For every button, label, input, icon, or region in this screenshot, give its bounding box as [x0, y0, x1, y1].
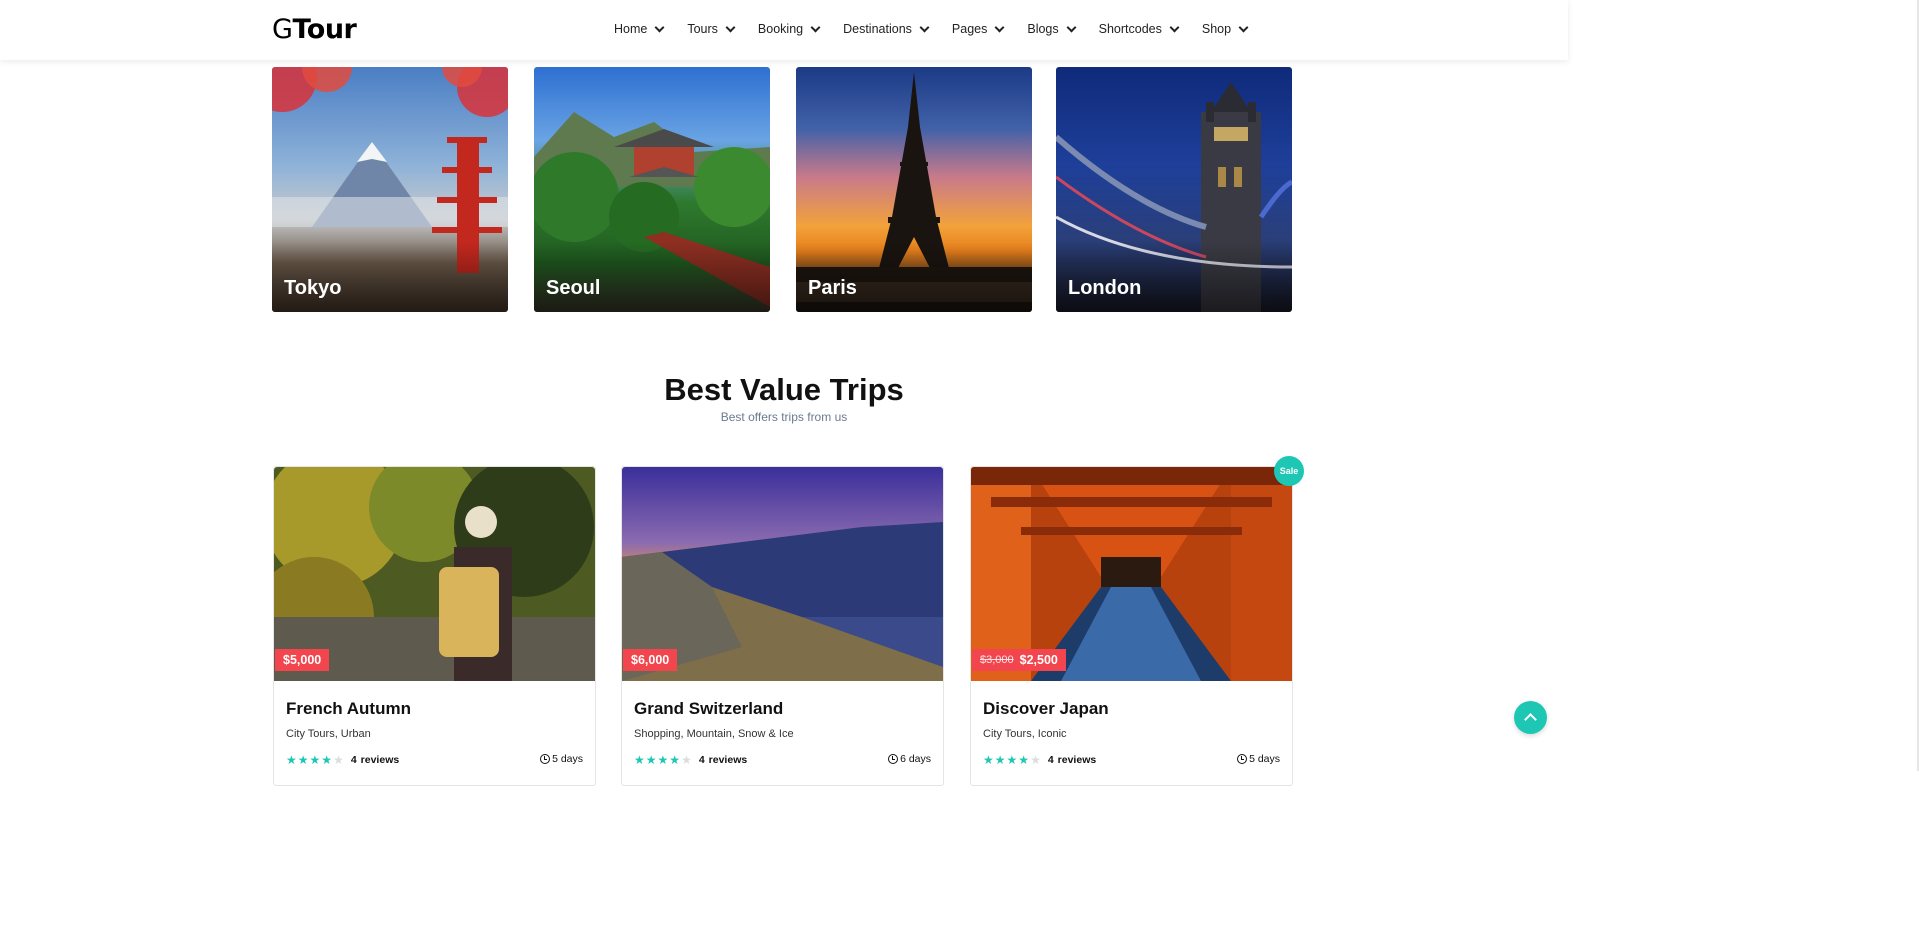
- nav-label: Booking: [757, 22, 804, 36]
- star-icon: ★: [994, 753, 1006, 767]
- price-tag: $5,000: [275, 649, 330, 671]
- nav-booking[interactable]: Booking: [757, 22, 821, 36]
- rating: ★ ★ ★ ★ ★ 4 reviews: [286, 753, 399, 767]
- chevron-down-icon: [654, 22, 665, 32]
- chevron-down-icon: [725, 22, 736, 32]
- section-subtitle: Best offers trips from us: [720, 410, 848, 424]
- nav-pages[interactable]: Pages: [951, 22, 1005, 36]
- nav-blogs[interactable]: Blogs: [1027, 22, 1077, 36]
- price: $2,500: [1019, 653, 1058, 667]
- price: $5,000: [283, 653, 322, 667]
- trip-title[interactable]: Grand Switzerland: [634, 699, 783, 719]
- logo-g: G: [272, 14, 293, 45]
- destination-name: Paris: [808, 277, 857, 299]
- star-icon: ★: [1018, 753, 1030, 767]
- review-count: 4: [698, 754, 705, 766]
- star-icon: ★: [634, 753, 645, 767]
- trip-card-french-autumn[interactable]: $5,000 French Autumn City Tours, Urban ★…: [273, 466, 596, 786]
- star-icon: ★: [309, 753, 321, 767]
- trip-categories[interactable]: City Tours, Iconic: [983, 728, 1067, 740]
- trip-card-grand-switzerland[interactable]: $6,000 Grand Switzerland Shopping, Mount…: [621, 466, 944, 786]
- star-icon: ★: [681, 753, 692, 767]
- star-icon: ★: [657, 753, 669, 767]
- nav-label: Home: [614, 22, 648, 36]
- trip-categories[interactable]: Shopping, Mountain, Snow & Ice: [634, 728, 794, 740]
- price: $6,000: [631, 653, 670, 667]
- main-nav: Home Tours Booking Destinations Pages Bl…: [614, 22, 1271, 36]
- duration: 5 days: [540, 753, 583, 765]
- duration-text: 5 days: [1249, 753, 1280, 765]
- rating: ★ ★ ★ ★ ★ 4 reviews: [634, 753, 747, 767]
- clock-icon: [540, 754, 551, 764]
- trip-card-discover-japan[interactable]: $3,000 $2,500 Discover Japan City Tours, …: [970, 466, 1293, 786]
- old-price: $3,000: [980, 654, 1014, 666]
- star-icon: ★: [333, 753, 344, 767]
- nav-shop[interactable]: Shop: [1201, 22, 1249, 36]
- sale-badge: Sale: [1274, 456, 1304, 486]
- star-icon: ★: [297, 753, 309, 767]
- destination-name: Tokyo: [284, 277, 342, 299]
- review-count: 4: [1047, 754, 1054, 766]
- chevron-down-icon: [1238, 22, 1249, 32]
- nav-tours[interactable]: Tours: [687, 22, 736, 36]
- star-icon: ★: [983, 753, 994, 767]
- logo-text: Tour: [292, 14, 357, 45]
- trip-title[interactable]: Discover Japan: [983, 699, 1109, 719]
- destination-card-tokyo[interactable]: Tokyo: [272, 67, 508, 312]
- site-header: GTour Home Tours Booking Destinations Pa…: [0, 0, 1568, 60]
- review-count: 4: [350, 754, 357, 766]
- price-tag: $6,000: [623, 649, 678, 671]
- nav-label: Tours: [687, 22, 718, 36]
- price-tag: $3,000 $2,500: [972, 649, 1066, 671]
- destination-card-london[interactable]: London: [1056, 67, 1292, 312]
- nav-label: Shortcodes: [1098, 22, 1162, 36]
- chevron-down-icon: [810, 22, 821, 32]
- chevron-up-icon: [1524, 713, 1537, 726]
- destination-card-seoul[interactable]: Seoul: [534, 67, 770, 312]
- star-icon: ★: [1030, 753, 1041, 767]
- destination-card-paris[interactable]: Paris: [796, 67, 1032, 312]
- chevron-down-icon: [1066, 22, 1077, 32]
- chevron-down-icon: [994, 22, 1005, 32]
- review-label: reviews: [708, 754, 748, 766]
- back-to-top-button[interactable]: [1514, 701, 1547, 734]
- destination-name: London: [1068, 277, 1142, 299]
- duration-text: 5 days: [552, 753, 583, 765]
- clock-icon: [888, 754, 899, 764]
- section-title: Best Value Trips: [664, 372, 904, 407]
- nav-label: Shop: [1201, 22, 1232, 36]
- star-icon: ★: [321, 753, 333, 767]
- trip-title[interactable]: French Autumn: [286, 699, 411, 719]
- trip-categories[interactable]: City Tours, Urban: [286, 728, 371, 740]
- destination-name: Seoul: [546, 277, 601, 299]
- review-label: reviews: [1057, 754, 1097, 766]
- clock-icon: [1237, 754, 1248, 764]
- duration: 6 days: [888, 753, 931, 765]
- nav-label: Blogs: [1027, 22, 1059, 36]
- nav-home[interactable]: Home: [614, 22, 665, 36]
- nav-label: Destinations: [843, 22, 912, 36]
- duration-text: 6 days: [900, 753, 931, 765]
- site-logo[interactable]: GTour: [272, 14, 357, 45]
- star-icon: ★: [669, 753, 681, 767]
- star-icon: ★: [286, 753, 297, 767]
- nav-label: Pages: [951, 22, 988, 36]
- star-icon: ★: [645, 753, 657, 767]
- review-label: reviews: [360, 754, 400, 766]
- chevron-down-icon: [919, 22, 930, 32]
- star-icon: ★: [1006, 753, 1018, 767]
- nav-destinations[interactable]: Destinations: [843, 22, 930, 36]
- chevron-down-icon: [1169, 22, 1180, 32]
- nav-shortcodes[interactable]: Shortcodes: [1098, 22, 1180, 36]
- rating: ★ ★ ★ ★ ★ 4 reviews: [983, 753, 1096, 767]
- duration: 5 days: [1237, 753, 1280, 765]
